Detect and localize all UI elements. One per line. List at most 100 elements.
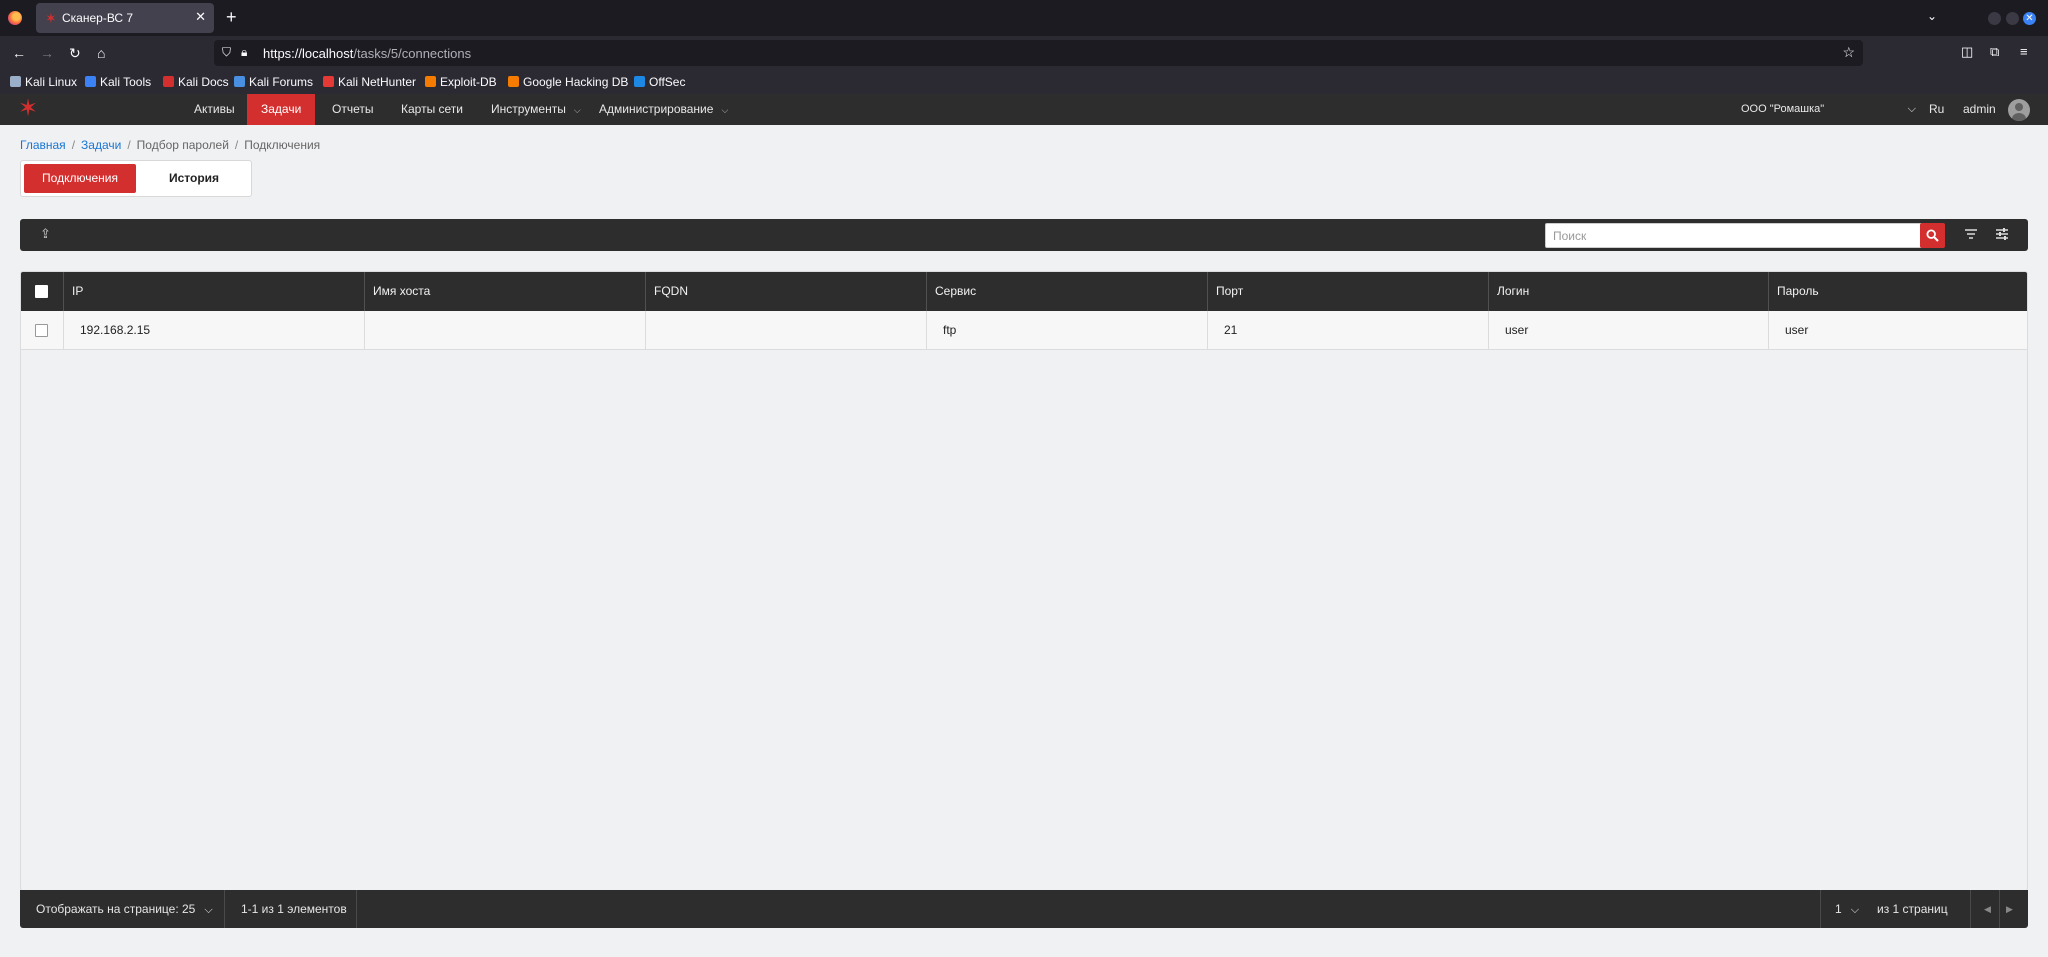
cell-service: ftp — [926, 311, 1207, 350]
menu-administration[interactable]: Администрирование ⌵ — [585, 94, 742, 125]
bookmark-kali-docs[interactable]: Kali Docs — [163, 74, 229, 90]
subtabs: Подключения История — [20, 160, 252, 197]
next-page-icon[interactable]: ▶ — [2006, 890, 2013, 928]
exploit-db-icon — [425, 76, 436, 87]
window-close-button[interactable]: ✕ — [2023, 12, 2036, 25]
export-icon[interactable]: ⇪ — [40, 226, 51, 242]
per-page-select[interactable]: Отображать на странице: 25 ⌵ — [36, 890, 213, 928]
browser-nav-bar: ← → ↻ ⌂ ⛉ 🔒︎ https://localhost/tasks/5/c… — [0, 36, 2048, 70]
bookmark-kali-nethunter[interactable]: Kali NetHunter — [323, 74, 416, 90]
cell-fqdn — [645, 311, 926, 350]
tab-favicon-star-icon: ✶ — [45, 10, 57, 26]
tab-close-icon[interactable]: ✕ — [195, 10, 206, 24]
row-checkbox[interactable] — [35, 324, 48, 337]
bookmark-google-hacking-db[interactable]: Google Hacking DB — [508, 74, 628, 90]
cell-hostname — [364, 311, 645, 350]
window-minimize-button[interactable] — [1988, 12, 2001, 25]
column-header-ip[interactable]: IP — [63, 272, 364, 311]
chevron-down-icon: ⌵ — [573, 105, 581, 115]
filter-icon[interactable] — [1964, 227, 1978, 241]
home-icon[interactable]: ⌂ — [97, 44, 105, 62]
user-name[interactable]: admin — [1963, 94, 1996, 125]
column-header-port[interactable]: Порт — [1207, 272, 1488, 311]
reload-icon[interactable]: ↻ — [69, 44, 81, 62]
url-host: https://localhost — [263, 46, 354, 61]
divider — [1970, 890, 1971, 928]
table-row[interactable]: 192.168.2.15 ftp 21 user user — [21, 311, 2027, 350]
column-settings-icon[interactable] — [1995, 227, 2009, 241]
breadcrumb-separator: / — [234, 138, 239, 152]
search-icon — [1926, 229, 1939, 242]
chevron-down-icon: ⌵ — [721, 105, 729, 115]
back-arrow-icon[interactable]: ← — [12, 44, 26, 62]
pocket-icon[interactable]: ◫ — [1961, 44, 1973, 60]
divider — [356, 890, 357, 928]
column-header-service[interactable]: Сервис — [926, 272, 1207, 311]
cell-password: user — [1768, 311, 2027, 350]
bookmark-kali-tools[interactable]: Kali Tools — [85, 74, 151, 90]
window-maximize-button[interactable] — [2006, 12, 2019, 25]
chevron-down-icon: ⌵ — [1850, 904, 1860, 916]
firefox-icon[interactable] — [8, 11, 22, 25]
kali-tools-icon — [85, 76, 96, 87]
tab-title: Сканер-ВС 7 — [62, 11, 134, 25]
app-header: ✶ Активы Задачи Отчеты Карты сети Инстру… — [0, 94, 2048, 125]
kali-docs-icon — [163, 76, 174, 87]
divider — [1999, 890, 2000, 928]
bookmark-kali-linux[interactable]: Kali Linux — [10, 74, 77, 90]
bookmarks-bar: Kali Linux Kali Tools Kali Docs Kali For… — [0, 70, 2048, 94]
search-input[interactable] — [1545, 223, 1940, 248]
extensions-icon[interactable]: ⧉ — [1990, 44, 1999, 60]
column-header-hostname[interactable]: Имя хоста — [364, 272, 645, 311]
nethunter-icon — [323, 76, 334, 87]
new-tab-button[interactable]: + — [226, 7, 237, 27]
items-range: 1-1 из 1 элементов — [241, 902, 347, 916]
search-button[interactable] — [1920, 223, 1945, 248]
url-text[interactable]: https://localhost/tasks/5/connections — [263, 46, 471, 61]
breadcrumb: Главная / Задачи / Подбор паролей / Подключени… — [20, 138, 320, 152]
bookmark-star-icon[interactable]: ☆ — [1842, 44, 1855, 61]
bookmark-kali-forums[interactable]: Kali Forums — [234, 74, 313, 90]
forward-arrow-icon[interactable]: → — [40, 44, 54, 62]
breadcrumb-separator: / — [127, 138, 131, 152]
chevron-down-icon: ⌵ — [1907, 103, 1916, 115]
page-select[interactable]: 1 ⌵ — [1835, 890, 1859, 928]
column-header-login[interactable]: Логин — [1488, 272, 1768, 311]
url-bar[interactable]: ⛉ 🔒︎ https://localhost/tasks/5/connectio… — [214, 40, 1863, 66]
kali-forums-icon — [234, 76, 245, 87]
menu-assets[interactable]: Активы — [180, 94, 249, 125]
menu-tasks[interactable]: Задачи — [247, 94, 316, 125]
avatar[interactable] — [2008, 99, 2030, 121]
column-header-password[interactable]: Пароль — [1768, 272, 2027, 311]
select-all-checkbox[interactable] — [35, 285, 48, 298]
table-toolbar: ⇪ — [20, 219, 2028, 251]
column-header-fqdn[interactable]: FQDN — [645, 272, 926, 311]
bookmark-exploit-db[interactable]: Exploit-DB — [425, 74, 497, 90]
menu-network-maps[interactable]: Карты сети — [387, 94, 477, 125]
menu-reports[interactable]: Отчеты — [318, 94, 387, 125]
breadcrumb-password-bruteforce: Подбор паролей — [136, 138, 229, 152]
lock-icon[interactable]: 🔒︎ — [241, 45, 247, 60]
menu-tools[interactable]: Инструменты ⌵ — [477, 94, 595, 125]
organization-select[interactable]: ООО "Ромашка" ⌵ — [1741, 94, 1916, 125]
app-menu-icon[interactable]: ≡ — [2020, 44, 2028, 59]
app-logo-star-icon[interactable]: ✶ — [18, 96, 38, 122]
offsec-icon — [634, 76, 645, 87]
breadcrumb-home[interactable]: Главная — [20, 138, 66, 152]
pages-total: из 1 страниц — [1877, 902, 1948, 916]
cell-port: 21 — [1207, 311, 1488, 350]
bookmark-offsec[interactable]: OffSec — [634, 74, 685, 90]
browser-tab[interactable]: ✶ Сканер-ВС 7 ✕ — [36, 3, 214, 33]
breadcrumb-separator: / — [71, 138, 76, 152]
cell-ip: 192.168.2.15 — [63, 311, 364, 350]
kali-dragon-icon — [10, 76, 21, 87]
shield-icon[interactable]: ⛉ — [222, 45, 231, 60]
tab-history[interactable]: История — [139, 164, 249, 193]
table-header: IP Имя хоста FQDN Сервис Порт Логин Паро… — [21, 272, 2027, 311]
pagination-bar: Отображать на странице: 25 ⌵ 1-1 из 1 эле… — [20, 890, 2028, 928]
breadcrumb-tasks[interactable]: Задачи — [81, 138, 121, 152]
language-switch[interactable]: Ru — [1929, 94, 1944, 125]
list-all-tabs-chevron-icon[interactable]: ⌄ — [1927, 9, 1937, 23]
tab-connections[interactable]: Подключения — [24, 164, 136, 193]
prev-page-icon[interactable]: ◀ — [1984, 890, 1991, 928]
